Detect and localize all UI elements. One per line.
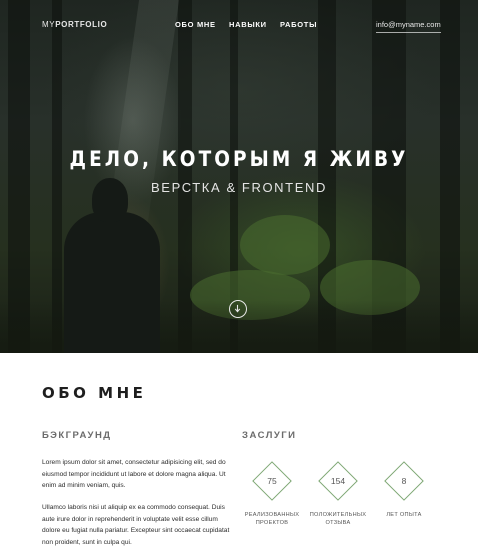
hero-foliage xyxy=(240,215,330,275)
stat-value: 8 xyxy=(401,476,407,486)
stat-label: Реализованных проектов xyxy=(244,512,300,526)
hero-title: ДЕЛО, КОТОРЫМ Я ЖИВУ xyxy=(69,147,409,171)
nav-link-works[interactable]: РАБОТЫ xyxy=(280,20,317,29)
hero-section: MYPORTFOLIO ОБО МНЕ НАВЫКИ РАБОТЫ info@m… xyxy=(0,0,478,353)
arrow-down-circle-icon[interactable] xyxy=(229,300,247,318)
stat-diamond: 154 xyxy=(308,461,368,502)
nav-link-skills[interactable]: НАВЫКИ xyxy=(229,20,267,29)
site-logo[interactable]: MYPORTFOLIO xyxy=(42,20,107,29)
hero-person-silhouette xyxy=(64,212,160,353)
logo-bold-text: PORTFOLIO xyxy=(55,20,108,29)
stat-diamond: 8 xyxy=(374,461,434,502)
achievements-title: ЗАСЛУГИ xyxy=(242,430,297,441)
stat-value: 154 xyxy=(330,476,346,486)
stat-diamond: 75 xyxy=(242,461,302,502)
stat-reviews: 154 Положительных отзыва xyxy=(308,461,368,527)
about-title: ОБО МНЕ xyxy=(42,384,147,402)
logo-light-text: MY xyxy=(42,20,56,29)
stat-value: 75 xyxy=(267,476,277,486)
stat-experience: 8 Лет опыта xyxy=(374,461,434,520)
stat-label: Лет опыта xyxy=(386,512,422,518)
background-paragraph: Ullamco laboris nisi ut aliquip ex ea co… xyxy=(42,504,230,546)
background-paragraph: Lorem ipsum dolor sit amet, consectetur … xyxy=(42,459,226,490)
stat-projects: 75 Реализованных проектов xyxy=(242,461,302,527)
arrow-down-icon xyxy=(234,304,241,313)
nav-link-about[interactable]: ОБО МНЕ xyxy=(175,20,216,29)
email-link[interactable]: info@myname.com xyxy=(376,20,441,33)
background-title: БЭКГРАУНД xyxy=(42,430,112,441)
hero-subtitle: ВЕРСТКА & FRONTEND xyxy=(151,180,327,195)
stat-label: Положительных отзыва xyxy=(309,512,367,526)
